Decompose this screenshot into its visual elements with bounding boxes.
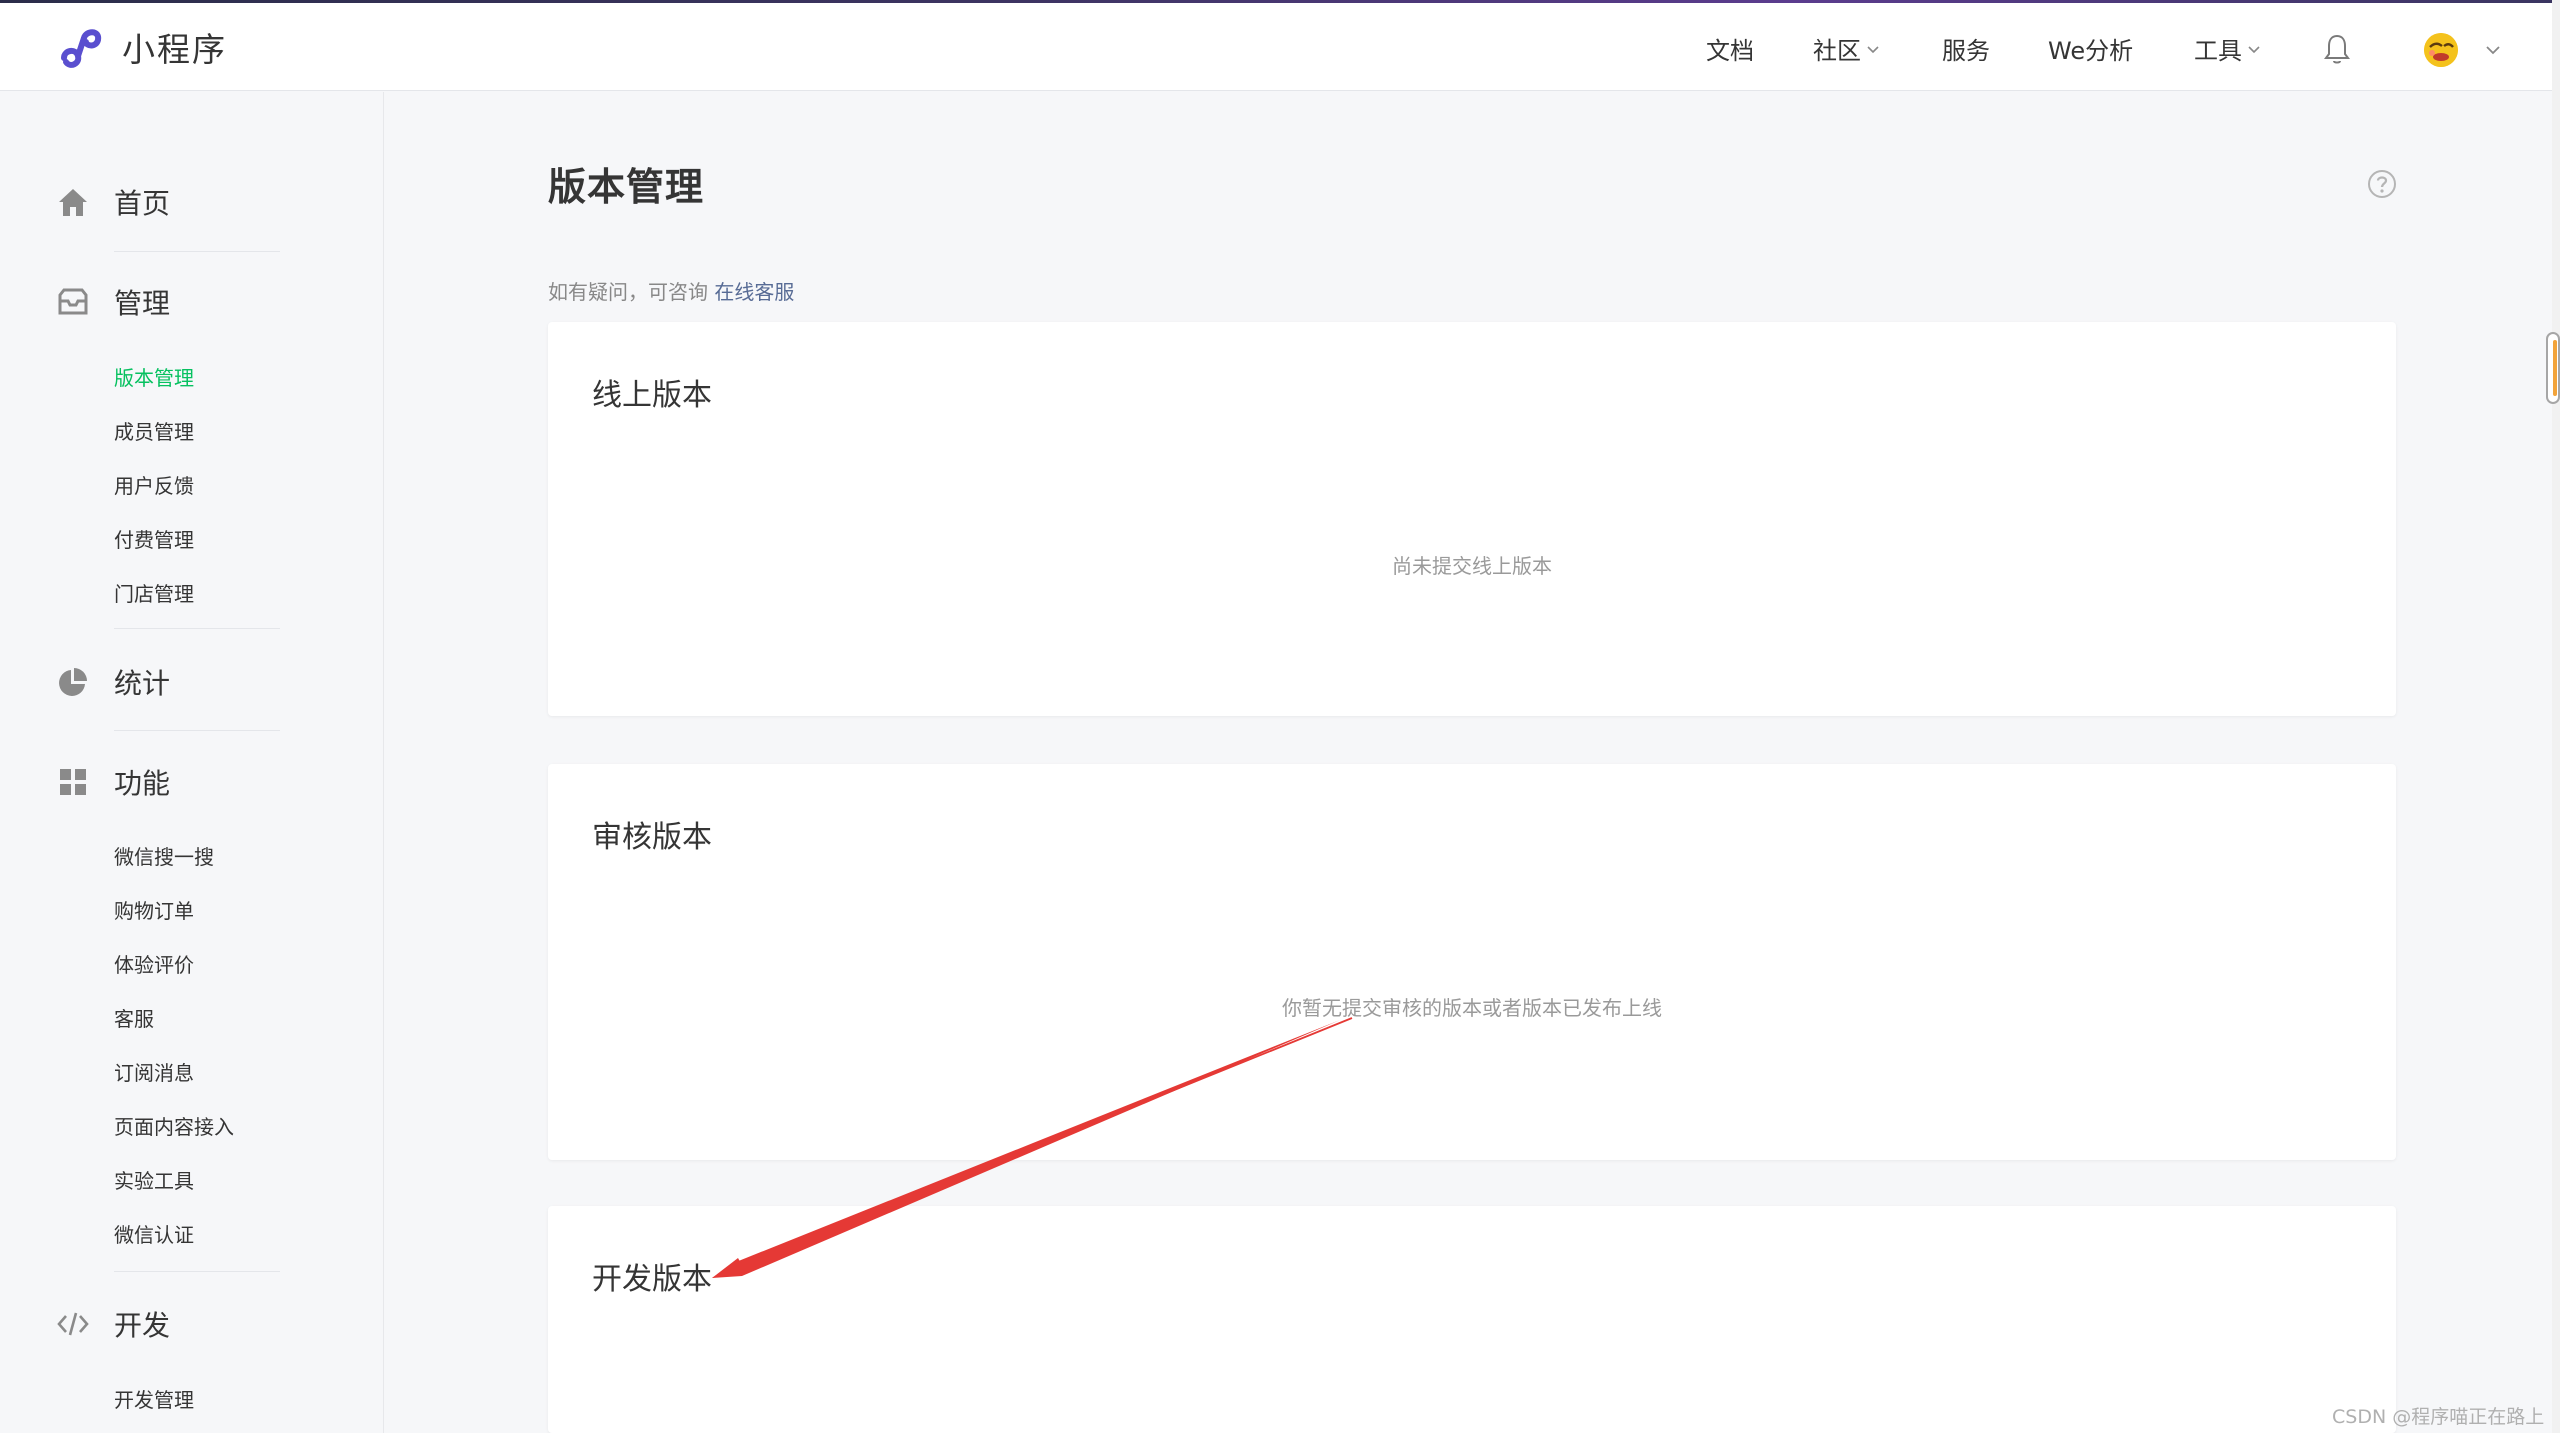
sidebar-divider: [114, 628, 280, 629]
chevron-down-icon: [2248, 45, 2260, 53]
review-version-card: 审核版本 你暂无提交审核的版本或者版本已发布上线: [548, 764, 2396, 1160]
dev-version-card: 开发版本: [548, 1206, 2396, 1433]
sidebar-subitem-version-manage[interactable]: 版本管理: [114, 362, 194, 391]
page-scrollbar-track[interactable]: [2552, 0, 2560, 1433]
nav-services-label: 服务: [1942, 37, 1990, 65]
sidebar-divider: [114, 730, 280, 731]
avatar-face-icon: [2424, 33, 2458, 67]
sidebar-subitem-wechat-certification[interactable]: 微信认证: [114, 1219, 194, 1248]
sidebar: 首页 管理 版本管理 成员管理 用户反馈 付费管理 门店管理 统计 功能 微信搜…: [0, 92, 384, 1433]
help-tip: 如有疑问，可咨询 在线客服: [548, 276, 794, 305]
sidebar-subitem-page-content[interactable]: 页面内容接入: [114, 1111, 234, 1140]
inbox-icon: [58, 288, 88, 315]
online-support-link[interactable]: 在线客服: [714, 280, 794, 304]
sidebar-item-features[interactable]: 功能: [56, 762, 170, 802]
sidebar-item-manage[interactable]: 管理: [56, 282, 170, 322]
nav-services[interactable]: 服务: [1942, 31, 1990, 66]
logo-text: 小程序: [122, 30, 227, 69]
user-avatar[interactable]: [2424, 33, 2458, 67]
page-title: 版本管理: [548, 165, 705, 209]
account-chevron-down-icon[interactable]: [2484, 41, 2502, 59]
nav-tools[interactable]: 工具: [2194, 31, 2262, 66]
online-version-card: 线上版本 尚未提交线上版本: [548, 322, 2396, 716]
sidebar-subitem-subscribe-message[interactable]: 订阅消息: [114, 1057, 194, 1086]
sidebar-subitem-payment-manage[interactable]: 付费管理: [114, 524, 194, 553]
sidebar-subitem-experiment-tools[interactable]: 实验工具: [114, 1165, 194, 1194]
watermark: CSDN @程序喵正在路上: [2332, 1406, 2545, 1428]
review-version-title: 审核版本: [592, 820, 712, 855]
nav-docs-label: 文档: [1706, 37, 1754, 65]
nav-community[interactable]: 社区: [1813, 31, 1881, 66]
sidebar-subitem-shopping-orders[interactable]: 购物订单: [114, 895, 194, 924]
nav-community-label: 社区: [1813, 37, 1861, 65]
sidebar-item-label: 开发: [114, 1309, 171, 1342]
top-header: 小程序 文档 社区 服务 We分析 工具: [0, 3, 2552, 91]
sidebar-subitem-user-feedback[interactable]: 用户反馈: [114, 470, 194, 499]
nav-we-analysis[interactable]: We分析: [2048, 31, 2133, 66]
nav-docs[interactable]: 文档: [1706, 31, 1754, 66]
mini-program-logo-icon: [61, 29, 102, 68]
nav-tools-label: 工具: [2194, 37, 2242, 65]
sidebar-item-home[interactable]: 首页: [56, 182, 170, 222]
review-version-empty-text: 你暂无提交审核的版本或者版本已发布上线: [1282, 996, 1662, 1020]
code-icon: [57, 1312, 89, 1336]
help-tip-text: 如有疑问，可咨询: [548, 280, 708, 304]
sidebar-item-stats[interactable]: 统计: [56, 662, 170, 702]
grid-icon: [60, 769, 86, 795]
sidebar-item-label: 功能: [114, 767, 171, 800]
sidebar-subitem-store-manage[interactable]: 门店管理: [114, 578, 194, 607]
nav-we-analysis-label: We分析: [2048, 37, 2134, 65]
sidebar-subitem-customer-service[interactable]: 客服: [114, 1003, 154, 1032]
pie-chart-icon: [59, 668, 87, 696]
sidebar-subitem-member-manage[interactable]: 成员管理: [114, 416, 194, 445]
sidebar-item-develop[interactable]: 开发: [56, 1304, 170, 1344]
help-icon[interactable]: [2366, 168, 2398, 200]
logo[interactable]: 小程序: [56, 23, 227, 71]
page-scrollbar-thumb[interactable]: [2546, 332, 2560, 404]
dev-version-title: 开发版本: [592, 1262, 712, 1297]
sidebar-item-label: 首页: [114, 187, 171, 220]
sidebar-divider: [114, 251, 280, 252]
sidebar-subitem-experience-review[interactable]: 体验评价: [114, 949, 194, 978]
sidebar-item-label: 管理: [114, 287, 171, 320]
online-version-title: 线上版本: [592, 378, 712, 413]
sidebar-subitem-dev-manage[interactable]: 开发管理: [114, 1384, 194, 1413]
online-version-empty-text: 尚未提交线上版本: [1392, 554, 1552, 578]
sidebar-divider: [114, 1271, 280, 1272]
home-icon: [59, 189, 87, 216]
bell-icon[interactable]: [2322, 33, 2352, 65]
chevron-down-icon: [1867, 45, 1879, 53]
sidebar-item-label: 统计: [114, 667, 171, 700]
sidebar-subitem-wechat-search[interactable]: 微信搜一搜: [114, 841, 214, 870]
